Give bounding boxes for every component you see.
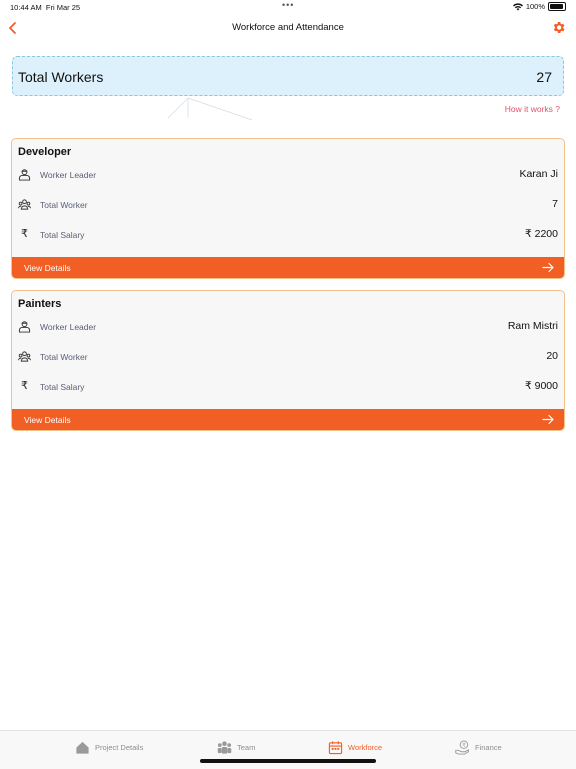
total-salary-value: ₹ 2200 xyxy=(525,228,558,240)
worker-leader-label: Worker Leader xyxy=(40,170,97,180)
team-name: Developer xyxy=(18,146,72,158)
worker-leader-value: Ram Mistri xyxy=(507,320,558,332)
view-details-label: View Details xyxy=(24,263,71,273)
view-details-label: View Details xyxy=(24,415,71,425)
view-details-button[interactable]: View Details xyxy=(12,257,564,278)
status-bar: 10:44 AM Fri Mar 25 ••• 100% xyxy=(0,0,576,14)
calendar-icon xyxy=(328,740,343,754)
view-details-button[interactable]: View Details xyxy=(12,409,564,430)
tab-label: Finance xyxy=(475,742,502,752)
worker-leader-row: Worker Leader Ram Mistri xyxy=(12,317,564,337)
tab-label: Team xyxy=(237,742,256,752)
multitask-dots-icon[interactable]: ••• xyxy=(282,0,294,10)
worker-leader-value: Karan Ji xyxy=(519,168,558,180)
total-worker-label: Total Worker xyxy=(40,352,88,362)
tab-workforce[interactable]: Workforce xyxy=(328,737,382,757)
rupee-icon: ₹ xyxy=(21,228,28,240)
team-icon xyxy=(217,740,232,754)
total-worker-row: Total Worker 7 xyxy=(12,195,564,215)
total-salary-row: ₹ Total Salary ₹ 2200 xyxy=(12,225,564,245)
team-icon xyxy=(18,351,31,362)
total-worker-value: 7 xyxy=(552,198,558,210)
page-title: Workforce and Attendance xyxy=(232,22,344,33)
finance-icon: ₹ xyxy=(455,739,469,755)
battery-icon xyxy=(548,2,566,11)
battery-percent: 100% xyxy=(525,2,545,11)
tab-label: Project Details xyxy=(95,742,144,752)
tab-label: Workforce xyxy=(348,742,383,752)
total-salary-value: ₹ 9000 xyxy=(525,380,558,392)
tab-team[interactable]: Team xyxy=(217,737,255,757)
home-indicator xyxy=(200,759,376,763)
status-right: 100% xyxy=(512,2,566,11)
total-workers-value: 27 xyxy=(536,69,552,85)
total-workers-label: Total Workers xyxy=(18,69,104,85)
svg-text:₹: ₹ xyxy=(462,741,466,748)
total-worker-label: Total Worker xyxy=(40,200,88,210)
team-card-developer[interactable]: Developer Worker Leader Karan Ji Total W… xyxy=(11,138,565,279)
worker-icon xyxy=(18,169,31,181)
status-time: 10:44 AM Fri Mar 25 xyxy=(10,3,80,12)
rupee-icon: ₹ xyxy=(21,380,28,392)
decorative-lines xyxy=(167,97,253,121)
status-time-text: 10:44 AM xyxy=(10,3,42,12)
arrow-right-icon xyxy=(542,262,554,273)
tab-bar: Project Details Team Workforce ₹ Finance xyxy=(0,730,576,769)
total-worker-value: 20 xyxy=(546,350,558,362)
team-name: Painters xyxy=(18,298,62,310)
total-salary-label: Total Salary xyxy=(40,230,85,240)
worker-leader-row: Worker Leader Karan Ji xyxy=(12,165,564,185)
total-salary-row: ₹ Total Salary ₹ 9000 xyxy=(12,377,564,397)
tab-finance[interactable]: ₹ Finance xyxy=(455,737,502,757)
total-worker-row: Total Worker 20 xyxy=(12,347,564,367)
how-it-works-link[interactable]: How it works ? xyxy=(505,104,560,114)
gear-icon[interactable] xyxy=(551,20,566,35)
worker-icon xyxy=(18,321,31,333)
total-workers-card: Total Workers 27 xyxy=(12,56,564,96)
home-icon xyxy=(76,741,89,754)
worker-leader-label: Worker Leader xyxy=(40,322,97,332)
tab-project-details[interactable]: Project Details xyxy=(75,737,143,757)
arrow-right-icon xyxy=(542,414,554,425)
status-date: Fri Mar 25 xyxy=(45,3,81,12)
team-card-painters[interactable]: Painters Worker Leader Ram Mistri Total … xyxy=(11,290,565,431)
nav-bar: Workforce and Attendance xyxy=(0,14,576,42)
total-salary-label: Total Salary xyxy=(40,382,85,392)
team-icon xyxy=(18,199,31,210)
wifi-icon xyxy=(512,2,523,10)
